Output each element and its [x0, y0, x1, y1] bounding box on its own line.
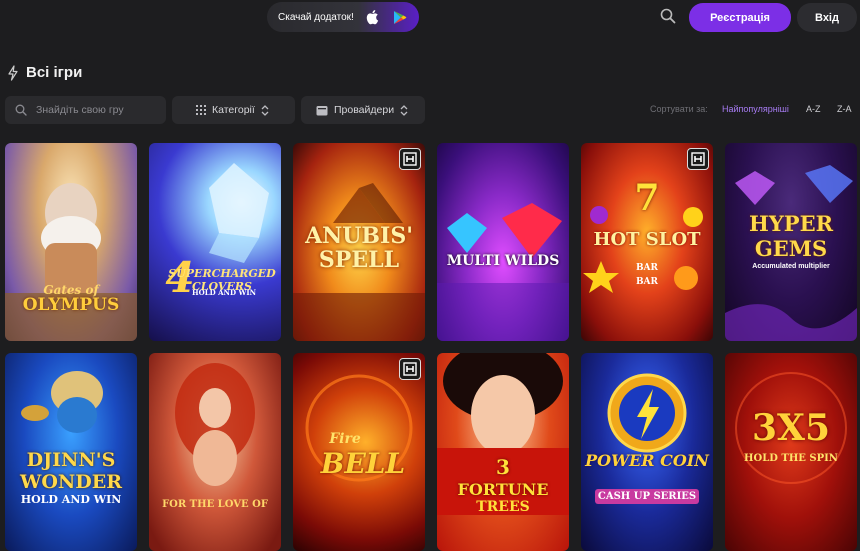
game-title-line: SPELL	[318, 247, 400, 273]
search-icon	[15, 104, 27, 116]
game-tile-gates-of-olympus[interactable]: Gates of OLYMPUS	[5, 143, 137, 341]
providers-dropdown[interactable]: Провайдери	[301, 96, 425, 124]
game-title-line: CASH UP SERIES	[595, 489, 699, 504]
game-tile-3-fortune-trees[interactable]: 3 FORTUNE TREES	[437, 353, 569, 551]
provider-logo-icon	[399, 358, 421, 380]
game-title-line: POWER COIN	[585, 451, 709, 470]
apple-icon[interactable]	[365, 9, 379, 25]
sort-z-a[interactable]: Z-A	[837, 104, 852, 114]
game-title-line: MULTI WILDS	[446, 253, 560, 269]
provider-box-icon	[316, 105, 328, 115]
top-bar: Скачай додаток! Реєстрація Вхід	[0, 0, 860, 36]
game-tile-power-coin[interactable]: POWER COIN CASH UP SERIES	[581, 353, 713, 551]
game-title-line: BAR	[635, 277, 659, 287]
filter-bar: Категорії Провайдери Сортувати за: Найпо…	[0, 96, 860, 124]
register-button[interactable]: Реєстрація	[689, 3, 791, 32]
game-title-line: FOR THE LOVE OF	[162, 499, 268, 510]
grid-icon	[196, 105, 206, 115]
game-search-box[interactable]	[5, 96, 166, 124]
game-search-input[interactable]	[36, 104, 156, 116]
provider-logo-icon	[687, 148, 709, 170]
game-title-line: HOT SLOT	[593, 229, 701, 250]
categories-label: Категорії	[212, 104, 255, 116]
game-art	[175, 363, 255, 486]
game-tile-fire-bell[interactable]: Fire BELL	[293, 353, 425, 551]
game-title-line: 3	[496, 455, 510, 479]
login-button[interactable]: Вхід	[797, 3, 857, 32]
game-tile-anubis-spell[interactable]: ANUBIS' SPELL	[293, 143, 425, 341]
game-title-line: FORTUNE	[457, 480, 549, 499]
game-title-line: 3X5	[751, 407, 831, 449]
download-app-banner[interactable]: Скачай додаток!	[267, 2, 419, 32]
game-title-line: HYPER	[748, 211, 834, 236]
game-title-line: HOLD AND WIN	[20, 493, 122, 506]
google-play-icon[interactable]	[393, 10, 407, 25]
game-tile-for-the-love-of[interactable]: FOR THE LOVE OF	[149, 353, 281, 551]
game-title-line: WONDER	[19, 471, 122, 493]
chevron-updown-icon	[261, 104, 269, 116]
lightning-icon	[8, 64, 18, 81]
sort-label: Сортувати за:	[650, 104, 708, 114]
provider-logo-icon	[399, 148, 421, 170]
game-tile-multi-wilds[interactable]: MULTI WILDS	[437, 143, 569, 341]
providers-label: Провайдери	[334, 104, 395, 116]
game-tile-3x5[interactable]: 3X5 HOLD THE SPIN	[725, 353, 857, 551]
game-title-line: BAR	[635, 263, 659, 273]
game-tile-hyper-gems[interactable]: HYPER GEMS Accumulated multiplier	[725, 143, 857, 341]
categories-dropdown[interactable]: Категорії	[172, 96, 295, 124]
game-title-line: HOLD AND WIN	[191, 288, 256, 297]
chevron-updown-icon	[400, 104, 408, 116]
game-title-line: GEMS	[754, 236, 828, 261]
section-header: Всі ігри	[6, 64, 82, 81]
sort-a-z[interactable]: A-Z	[806, 104, 821, 114]
game-tile-hot-slot[interactable]: 7 HOT SLOT BAR BAR	[581, 143, 713, 341]
game-art	[437, 203, 569, 341]
game-title-line: ANUBIS'	[305, 223, 413, 249]
game-title-line: OLYMPUS	[22, 295, 120, 315]
game-title-line: Fire	[329, 431, 361, 447]
game-title-line: HOLD THE SPIN	[744, 453, 838, 464]
game-tile-djinns-wonder[interactable]: DJINN'S WONDER HOLD AND WIN	[5, 353, 137, 551]
sort-popular[interactable]: Найпопулярніші	[722, 104, 789, 114]
game-title-line: TREES	[476, 499, 530, 515]
game-title-line: Accumulated multiplier	[752, 263, 830, 270]
game-title-line: 7	[634, 177, 660, 219]
game-art	[209, 163, 269, 263]
game-title-line: DJINN'S	[26, 449, 116, 471]
game-tile-supercharged-clovers[interactable]: 4 SUPERCHARGED CLOVERS HOLD AND WIN	[149, 143, 281, 341]
download-app-label: Скачай додаток!	[278, 11, 354, 23]
page-title: Всі ігри	[26, 64, 83, 81]
game-title-line: BELL	[320, 447, 406, 480]
search-icon[interactable]	[660, 8, 676, 24]
